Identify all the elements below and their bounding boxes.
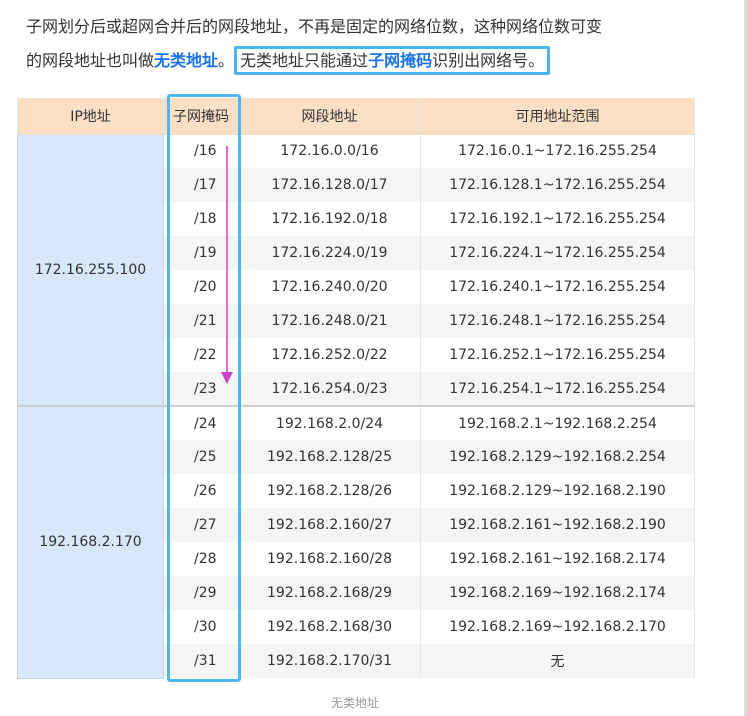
subnet-mask-cell: /30 bbox=[163, 610, 239, 644]
network-address-cell: 192.168.2.160/27 bbox=[238, 508, 421, 542]
classless-address-table-wrap: IP地址 子网掩码 网段地址 可用地址范围 172.16.255.100/16 1… bbox=[17, 98, 695, 680]
table-row: 192.168.2.170/24 192.168.2.0/24 192.168.2.… bbox=[17, 405, 695, 679]
network-address-cell: 192.168.2.160/28 bbox=[238, 542, 421, 576]
subnet-mask-cell: /22 bbox=[163, 338, 239, 372]
table-row: 172.16.255.100/16 172.16.0.0/16 172.16.0.1… bbox=[17, 133, 695, 407]
network-address-cell: 172.16.252.0/22 bbox=[238, 338, 421, 372]
header-subnet-mask: 子网掩码 bbox=[163, 98, 239, 135]
subnet-mask-cell: /31 bbox=[163, 644, 239, 678]
ip-address-cell: 192.168.2.170 bbox=[17, 405, 164, 679]
classless-address-table: IP地址 子网掩码 网段地址 可用地址范围 172.16.255.100/16 1… bbox=[17, 98, 695, 679]
subnet-mask-cell: /18 bbox=[163, 202, 239, 236]
subnet-mask-cell: /26 bbox=[163, 474, 239, 508]
usable-range-cell: 192.168.2.169~192.168.2.170 bbox=[420, 610, 695, 644]
subnet-mask-cell: /19 bbox=[163, 236, 239, 270]
highlighted-sentence-end: 识别出网络号。 bbox=[432, 51, 545, 70]
usable-range-cell: 172.16.240.1~172.16.255.254 bbox=[420, 270, 695, 304]
ip-address-cell: 172.16.255.100 bbox=[17, 133, 164, 407]
network-address-cell: 172.16.128.0/17 bbox=[238, 168, 421, 202]
network-address-cell: 172.16.224.0/19 bbox=[238, 236, 421, 270]
network-address-cell: 172.16.240.0/20 bbox=[238, 270, 421, 304]
usable-range-cell: 192.168.2.161~192.168.2.190 bbox=[420, 508, 695, 542]
subnet-mask-cell: /20 bbox=[163, 270, 239, 304]
network-address-cell: 192.168.2.0/24 bbox=[238, 405, 421, 440]
network-address-cell: 192.168.2.168/29 bbox=[238, 576, 421, 610]
highlighted-sentence: 无类地址只能通过子网掩码识别出网络号。 bbox=[234, 46, 551, 75]
subnet-mask-cell: /23 bbox=[163, 372, 239, 406]
highlighted-sentence-start: 无类地址只能通过 bbox=[240, 51, 369, 70]
subnet-mask-cell: /28 bbox=[163, 542, 239, 576]
network-address-cell: 192.168.2.128/25 bbox=[238, 440, 421, 474]
usable-range-cell: 172.16.248.1~172.16.255.254 bbox=[420, 304, 695, 338]
network-address-cell: 192.168.2.170/31 bbox=[238, 644, 421, 678]
figure-caption: 无类地址 bbox=[330, 696, 379, 710]
term-classless-address: 无类地址 bbox=[154, 51, 219, 70]
usable-range-cell: 172.16.224.1~172.16.255.254 bbox=[420, 236, 695, 270]
header-ip-address: IP地址 bbox=[17, 98, 164, 135]
usable-range-cell: 172.16.0.1~172.16.255.254 bbox=[420, 134, 695, 168]
term-subnet-mask: 子网掩码 bbox=[368, 51, 433, 70]
network-address-cell: 192.168.2.128/26 bbox=[238, 474, 421, 508]
subnet-mask-cell: /25 bbox=[163, 440, 239, 474]
subnet-mask-cell: /17 bbox=[163, 168, 239, 202]
network-address-cell: 192.168.2.168/30 bbox=[238, 610, 421, 644]
intro-line-2-start: 的网段地址也叫做 bbox=[26, 51, 155, 70]
subnet-mask-cell: /29 bbox=[163, 576, 239, 610]
table-header-row: IP地址 子网掩码 网段地址 可用地址范围 bbox=[17, 98, 695, 135]
usable-range-cell: 172.16.128.1~172.16.255.254 bbox=[420, 168, 695, 202]
subnet-mask-cell: /21 bbox=[163, 304, 239, 338]
header-usable-range: 可用地址范围 bbox=[420, 98, 695, 135]
header-network-address: 网段地址 bbox=[238, 98, 421, 135]
network-address-cell: 172.16.0.0/16 bbox=[238, 134, 421, 168]
usable-range-cell: 192.168.2.161~192.168.2.174 bbox=[420, 542, 695, 576]
usable-range-cell: 无 bbox=[420, 644, 695, 678]
usable-range-cell: 172.16.252.1~172.16.255.254 bbox=[420, 338, 695, 372]
usable-range-cell: 172.16.192.1~172.16.255.254 bbox=[420, 202, 695, 236]
intro-line-2-end: 。 bbox=[218, 51, 235, 70]
intro-line-1: 子网划分后或超网合并后的网段地址，不再是固定的网络位数，这种网络位数可变 bbox=[26, 17, 603, 36]
intro-paragraph: 子网划分后或超网合并后的网段地址，不再是固定的网络位数，这种网络位数可变 的网段… bbox=[26, 10, 741, 78]
usable-range-cell: 192.168.2.169~192.168.2.174 bbox=[420, 576, 695, 610]
subnet-mask-cell: /27 bbox=[163, 508, 239, 542]
network-address-cell: 172.16.192.0/18 bbox=[238, 202, 421, 236]
usable-range-cell: 192.168.2.1~192.168.2.254 bbox=[420, 405, 695, 440]
usable-range-cell: 192.168.2.129~192.168.2.190 bbox=[420, 474, 695, 508]
usable-range-cell: 192.168.2.129~192.168.2.254 bbox=[420, 440, 695, 474]
network-address-cell: 172.16.248.0/21 bbox=[238, 304, 421, 338]
network-address-cell: 172.16.254.0/23 bbox=[238, 372, 421, 406]
subnet-mask-cell: /24 bbox=[163, 405, 239, 440]
subnet-mask-cell: /16 bbox=[163, 134, 239, 168]
usable-range-cell: 172.16.254.1~172.16.255.254 bbox=[420, 372, 695, 406]
